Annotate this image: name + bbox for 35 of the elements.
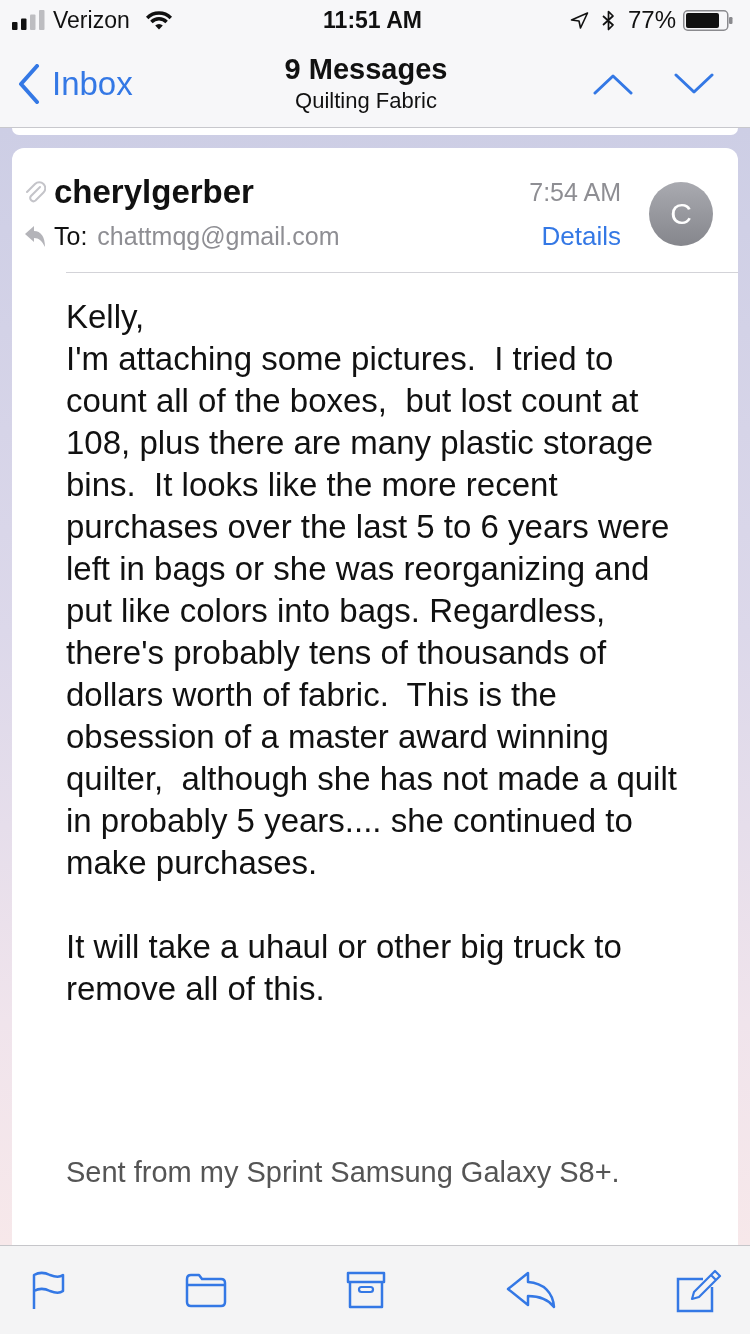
inbox-back-button[interactable]: Inbox (18, 63, 133, 104)
reply-button[interactable] (505, 1271, 556, 1309)
compose-button[interactable] (675, 1267, 722, 1313)
message-time: 7:54 AM (529, 177, 621, 207)
archive-button[interactable] (346, 1271, 386, 1309)
chevron-up-icon (593, 72, 633, 95)
location-arrow-icon (569, 11, 589, 29)
clock-time: 11:51 AM (323, 6, 422, 34)
flag-icon (31, 1270, 65, 1310)
carrier-name: Verizon (53, 6, 130, 34)
message-paragraph: Kelly, I'm attaching some pictures. I tried to count all of the boxes, but lost count at 108, plus there are many plastic storage bins. It looks like the more recent purchases over the last 5 to 6 years were left in bags or she was reorganizing and put like colors into bags. Regardless, there's probably tens of thousands of dollars worth of fabric. This is the obsession of a master award winning quilter, although she has not made a quilt in probably 5 years.... she continued to make purchases. (66, 297, 678, 883)
wifi-icon (144, 10, 173, 30)
flag-button[interactable] (31, 1270, 65, 1310)
message-paragraph: It will take a uhaul or other big truck to remove all of this. (66, 927, 623, 1009)
chevron-left-icon (18, 63, 40, 104)
thread-title: 9 Messages (284, 52, 448, 86)
to-label: To: (54, 221, 88, 251)
curved-arrow-icon (505, 1271, 556, 1309)
signature-text: Sent from my Sprint Samsung Galaxy S8+. (66, 1155, 621, 1190)
details-link[interactable]: Details (541, 221, 621, 251)
box-icon (346, 1271, 386, 1309)
signal-icon (12, 10, 45, 30)
chevron-down-icon (674, 72, 714, 95)
battery-icon (683, 9, 733, 31)
pencil-square-icon (675, 1267, 722, 1313)
battery-percent: 77% (627, 6, 676, 34)
avatar-initial: C (649, 182, 713, 246)
thread-subject: Quilting Fabric (294, 87, 438, 115)
bluetooth-icon (600, 9, 616, 31)
folder-button[interactable] (184, 1272, 227, 1308)
previous-message-button[interactable] (593, 72, 633, 95)
recipient-address: chattmqg@gmail.com (97, 221, 340, 251)
sender-name: cherylgerber (54, 172, 255, 212)
folder-icon (184, 1272, 227, 1308)
next-message-button[interactable] (674, 72, 714, 95)
